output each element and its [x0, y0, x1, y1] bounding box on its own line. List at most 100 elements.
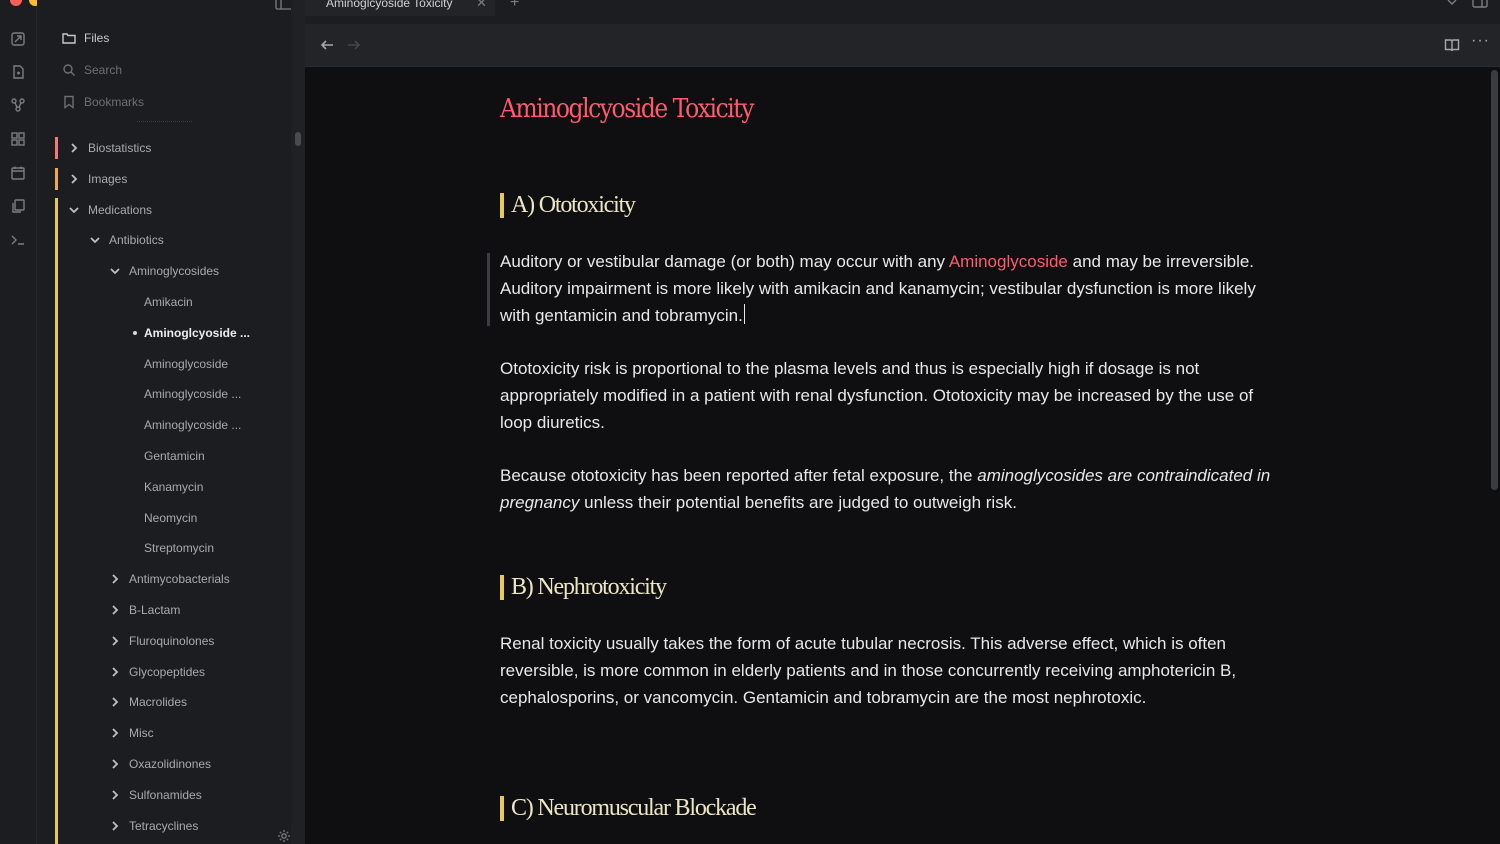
chevron-right-icon[interactable]	[109, 820, 121, 832]
new-tab-icon[interactable]: +	[510, 0, 519, 12]
active-file-dot	[133, 330, 137, 335]
new-note-icon[interactable]	[10, 64, 26, 80]
tree-folder[interactable]: Oxazolidinones	[109, 754, 211, 774]
heading-nephrotoxicity[interactable]: B) Nephrotoxicity	[500, 574, 667, 601]
chevron-right-icon[interactable]	[109, 758, 121, 770]
folder-color-bar	[55, 137, 58, 159]
text-run: Because ototoxicity has been reported af…	[500, 466, 978, 485]
more-options-icon[interactable]: ···	[1471, 32, 1490, 50]
tree-item-label: Kanamycin	[144, 479, 204, 494]
paragraph-ototoxicity-2[interactable]: Ototoxicity risk is proportional to the …	[500, 355, 1285, 436]
folder-color-bar	[55, 198, 58, 844]
back-arrow-icon[interactable]	[319, 37, 335, 53]
tree-item-label: Images	[88, 171, 128, 186]
tree-item-label: Antimycobacterials	[129, 572, 230, 587]
tree-file[interactable]: Streptomycin	[144, 538, 214, 558]
canvas-icon[interactable]	[10, 131, 26, 147]
chevron-right-icon[interactable]	[68, 142, 80, 154]
tree-item-label: Amikacin	[144, 295, 193, 309]
tree-folder[interactable]: Antibiotics	[89, 230, 164, 250]
tree-folder[interactable]: Misc	[109, 723, 154, 743]
editor-pane[interactable]: Aminoglcyoside Toxicity A) Ototoxicity A…	[305, 67, 1500, 844]
chevron-right-icon[interactable]	[109, 604, 121, 616]
chevron-right-icon[interactable]	[109, 573, 121, 585]
tree-item-label: Aminoglcyoside ...	[144, 325, 251, 340]
search-icon	[63, 64, 75, 76]
tree-file[interactable]: Kanamycin	[144, 477, 203, 497]
internal-link-aminoglycoside[interactable]: Aminoglycoside	[949, 252, 1068, 271]
paragraph-ototoxicity-3[interactable]: Because ototoxicity has been reported af…	[500, 462, 1285, 516]
chevron-right-icon[interactable]	[109, 789, 121, 801]
tree-folder[interactable]: Images	[68, 169, 127, 189]
settings-gear-icon[interactable]	[277, 829, 291, 843]
heading-ototoxicity[interactable]: A) Ototoxicity	[500, 192, 636, 219]
tree-item-label: Misc	[129, 726, 154, 741]
nav-search[interactable]: Search	[62, 63, 122, 77]
view-header: ···	[305, 24, 1500, 67]
chevron-right-icon[interactable]	[109, 666, 121, 678]
tab-list-chevron-down-icon[interactable]	[1446, 0, 1458, 7]
nav-files[interactable]: Files	[62, 31, 109, 45]
forward-arrow-icon[interactable]	[346, 37, 362, 53]
chevron-down-icon[interactable]	[109, 265, 121, 277]
ribbon	[0, 0, 60, 844]
tree-item-label: Tetracyclines	[129, 818, 199, 833]
tree-folder[interactable]: Aminoglycosides	[109, 261, 219, 281]
tree-item-label: Fluroquinolones	[129, 633, 215, 648]
graph-view-icon[interactable]	[10, 97, 26, 113]
paragraph-nephrotoxicity[interactable]: Renal toxicity usually takes the form of…	[500, 630, 1285, 711]
sidebar-scrollbar-thumb[interactable]	[295, 132, 301, 146]
tree-folder[interactable]: Sulfonamides	[109, 785, 202, 805]
active-line-indicator	[487, 253, 490, 326]
heading-neuromuscular-blockade[interactable]: C) Neuromuscular Blockade	[500, 795, 757, 822]
chevron-right-icon[interactable]	[68, 173, 80, 185]
tree-file[interactable]: Amikacin	[144, 292, 193, 312]
calendar-icon[interactable]	[10, 165, 26, 181]
tree-item-label: Sulfonamides	[129, 787, 202, 802]
editor-scrollbar-thumb[interactable]	[1491, 70, 1498, 490]
tree-folder[interactable]: Fluroquinolones	[109, 631, 214, 651]
tree-folder[interactable]: Glycopeptides	[109, 662, 205, 682]
quick-switcher-icon[interactable]	[10, 31, 26, 47]
tab-title[interactable]: Aminoglcyoside Toxicity	[326, 0, 453, 10]
tree-item-label: Medications	[88, 202, 153, 217]
note-title[interactable]: Aminoglcyoside Toxicity	[500, 94, 754, 124]
heading-text: A) Ototoxicity	[511, 192, 636, 218]
tab-close-icon[interactable]: ✕	[476, 0, 487, 11]
tree-item-label: Aminoglycoside ...	[144, 418, 242, 433]
tree-file[interactable]: Gentamicin	[144, 446, 205, 466]
text-cursor	[743, 304, 745, 324]
chevron-right-icon[interactable]	[109, 635, 121, 647]
terminal-icon[interactable]	[10, 232, 26, 248]
tree-item-label: Aminoglycoside ...	[144, 387, 242, 402]
tree-folder[interactable]: B-Lactam	[109, 600, 180, 620]
file-explorer-sidebar: Files Search Bookmarks Biostatistics Imag…	[37, 0, 305, 844]
tree-folder[interactable]: Medications	[68, 200, 152, 220]
tree-folder[interactable]: Macrolides	[109, 692, 187, 712]
paragraph-ototoxicity-1[interactable]: Auditory or vestibular damage (or both) …	[500, 248, 1285, 329]
chevron-down-icon[interactable]	[89, 234, 101, 246]
tree-file[interactable]: Aminoglcyoside ...	[133, 323, 251, 343]
tree-item-label: Oxazolidinones	[129, 757, 212, 771]
right-sidebar-toggle-icon[interactable]	[1472, 0, 1488, 8]
tree-file[interactable]: Neomycin	[144, 508, 197, 528]
templates-icon[interactable]	[10, 198, 26, 214]
chevron-right-icon[interactable]	[109, 727, 121, 739]
tree-folder[interactable]: Antimycobacterials	[109, 569, 230, 589]
close-window-button[interactable]	[10, 0, 22, 6]
tree-folder[interactable]: Tetracyclines	[109, 816, 198, 836]
nav-divider	[137, 121, 192, 122]
tree-folder[interactable]: Biostatistics	[68, 138, 151, 158]
tree-item-label: Aminoglycoside	[144, 356, 229, 371]
tree-file[interactable]: Aminoglycoside ...	[144, 384, 241, 404]
chevron-down-icon[interactable]	[68, 204, 80, 216]
sidebar-scrollbar-track	[291, 0, 305, 844]
chevron-right-icon[interactable]	[109, 696, 121, 708]
reading-view-book-icon[interactable]	[1444, 37, 1460, 53]
tab-bar: Aminoglcyoside Toxicity ✕ +	[305, 0, 1500, 24]
tree-item-label: B-Lactam	[129, 603, 181, 617]
tree-file[interactable]: Aminoglycoside ...	[144, 415, 241, 435]
text-run: Auditory or vestibular damage (or both) …	[500, 252, 949, 271]
nav-bookmarks[interactable]: Bookmarks	[62, 95, 144, 109]
tree-file[interactable]: Aminoglycoside	[144, 354, 228, 374]
